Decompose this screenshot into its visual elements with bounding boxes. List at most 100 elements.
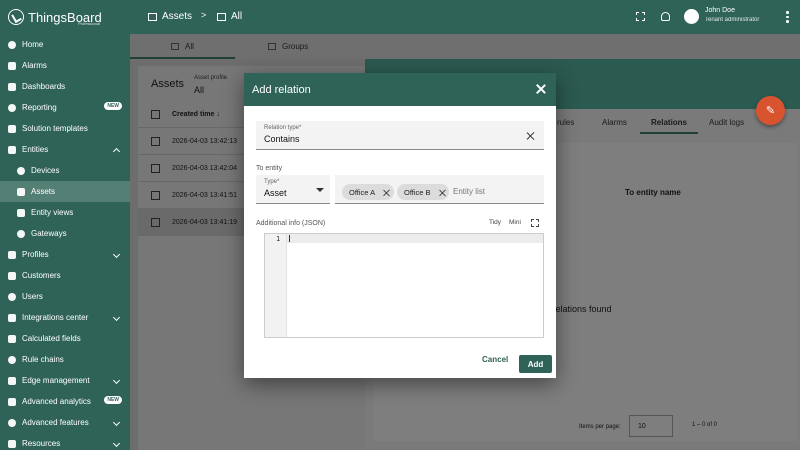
close-icon[interactable] [535,83,547,95]
user-icon [8,292,16,301]
analytics-icon [8,397,16,406]
new-badge: NEW [104,102,122,110]
sidebar-item-calculated-fields[interactable]: Calculated fields [0,328,130,349]
sidebar-item-label: Profiles [22,250,49,259]
remove-chip-icon[interactable] [439,189,445,195]
tab-rules[interactable]: rules [557,118,574,127]
edit-fab-button[interactable]: ✎ [756,96,785,125]
group-icon [217,12,226,21]
breadcrumb-separator: > [201,10,207,20]
row-checkbox[interactable] [151,191,160,200]
integrations-icon [8,313,16,322]
created-time-header[interactable]: Created time ↓ [172,111,220,118]
report-icon [8,103,16,112]
additional-info-label: Additional info (JSON) [256,220,326,227]
tab-relations[interactable]: Relations [651,118,687,127]
row-checkbox[interactable] [151,137,160,146]
relation-type-field[interactable]: Relation type* Contains [256,121,544,150]
sidebar-item-integrations-center[interactable]: Integrations center [0,307,130,328]
sidebar-item-rule-chains[interactable]: Rule chains [0,349,130,370]
sidebar-item-entities[interactable]: Entities [0,139,130,160]
folder-icon [8,439,16,448]
select-all-checkbox[interactable] [151,110,160,119]
sidebar-item-home[interactable]: Home [0,34,130,55]
sidebar-item-customers[interactable]: Customers [0,265,130,286]
features-icon [8,418,16,427]
sidebar-item-label: Customers [22,271,61,280]
chevron-down-icon [112,250,121,259]
new-badge: NEW [104,396,122,404]
sidebar-item-advanced-analytics[interactable]: Advanced analytics NEW [0,391,130,412]
to-entity-label: To entity [256,165,283,172]
fullscreen-icon[interactable] [531,219,539,227]
sidebar-item-reporting[interactable]: Reporting NEW [0,97,130,118]
more-vert-icon[interactable] [786,11,789,23]
remove-chip-icon[interactable] [384,189,390,195]
sidebar-item-edge-management[interactable]: Edge management [0,370,130,391]
created-time-cell: 2026-04-03 13:42:13 [172,138,237,145]
chevron-down-icon [112,376,121,385]
sidebar-item-users[interactable]: Users [0,286,130,307]
notifications-bell-icon[interactable] [661,12,670,21]
sidebar-item-label: Edge management [22,376,90,385]
sidebar-item-label: Home [22,40,44,49]
cancel-button[interactable]: Cancel [482,355,508,364]
sidebar-item-assets[interactable]: Assets [0,181,130,202]
brand-edition: Professional [78,21,101,26]
sidebar-item-label: Alarms [22,61,47,70]
created-time-cell: 2026-04-03 13:42:04 [172,165,237,172]
tab-groups-label: Groups [282,42,309,51]
entity-list-field[interactable]: Office A Office B Entity list [335,175,544,204]
bell-icon [8,61,16,70]
home-icon [8,40,16,49]
tab-all[interactable]: All [171,34,194,59]
mini-button[interactable]: Mini [509,219,521,226]
sidebar-item-label: Entity views [31,208,74,217]
thingsboard-logo-icon [8,9,24,25]
user-name: John Doe [705,7,735,14]
entities-icon [8,145,16,154]
row-checkbox[interactable] [151,164,160,173]
sidebar-item-label: Entities [22,145,49,154]
clear-icon[interactable] [527,132,535,140]
asset-profile-select[interactable]: All [194,85,204,95]
entity-chip[interactable]: Office B [397,184,449,200]
row-checkbox[interactable] [151,218,160,227]
avatar[interactable] [684,9,699,24]
rule-chain-icon [8,355,16,364]
sidebar-item-solution-templates[interactable]: Solution templates [0,118,130,139]
sidebar-item-label: Solution templates [22,124,88,133]
breadcrumb-assets[interactable]: Assets [148,11,192,22]
sidebar-item-dashboards[interactable]: Dashboards [0,76,130,97]
sidebar-item-profiles[interactable]: Profiles [0,244,130,265]
entity-chip[interactable]: Office A [342,184,394,200]
json-editor[interactable]: 1 [264,233,544,338]
sidebar-item-label: Dashboards [22,82,66,91]
sidebar-item-alarms[interactable]: Alarms [0,55,130,76]
domain-icon [148,12,157,21]
sidebar-item-label: Calculated fields [22,334,81,343]
group-icon [268,43,276,50]
tidy-button[interactable]: Tidy [489,219,501,226]
sidebar-item-label: Reporting [22,103,57,112]
domain-icon [17,187,25,196]
tab-alarms[interactable]: Alarms [602,118,627,127]
chevron-down-icon [112,418,121,427]
chevron-down-icon [112,313,121,322]
items-per-page-select[interactable]: 10 [629,415,673,437]
sidebar-item-devices[interactable]: Devices [0,160,130,181]
assets-list-title: Assets [151,78,185,90]
relation-type-label: Relation type* [264,125,302,131]
tab-groups[interactable]: Groups [268,34,308,59]
sidebar-item-advanced-features[interactable]: Advanced features [0,412,130,433]
tab-audit-logs[interactable]: Audit logs [709,118,744,127]
entity-type-select[interactable]: Type* Asset [256,175,330,204]
fullscreen-icon[interactable] [636,12,645,21]
sidebar-item-label: Rule chains [22,355,64,364]
sidebar-item-entity-views[interactable]: Entity views [0,202,130,223]
sidebar-item-gateways[interactable]: Gateways [0,223,130,244]
add-button[interactable]: Add [519,355,552,373]
entity-list-input[interactable]: Entity list [453,187,485,196]
sidebar-item-resources[interactable]: Resources [0,433,130,450]
to-entity-name-header[interactable]: To entity name [625,188,681,197]
